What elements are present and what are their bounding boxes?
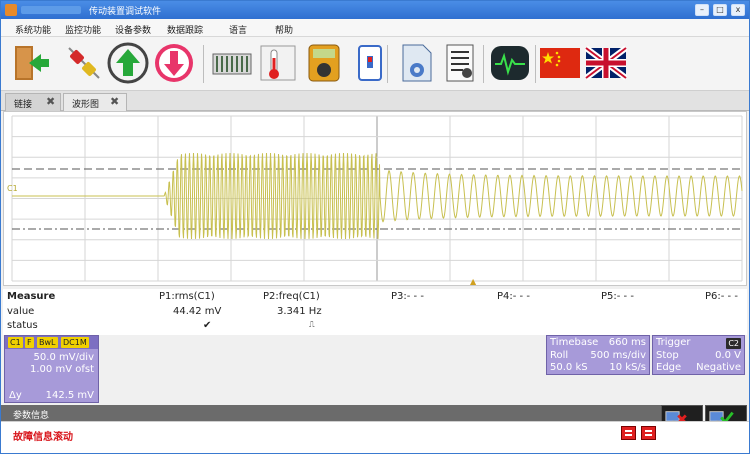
- timebase-title: Timebase: [550, 337, 599, 348]
- minimize-button[interactable]: –: [695, 4, 709, 16]
- english-flag-icon[interactable]: [585, 42, 627, 84]
- delta-y-value: 142.5 mV: [45, 390, 94, 401]
- menu-language[interactable]: 语言: [229, 23, 247, 36]
- measure-row-label: value: [7, 306, 35, 317]
- trigger-title: Trigger: [656, 337, 691, 348]
- toolbar-separator: [483, 45, 484, 83]
- upload-arrow-icon[interactable]: [107, 42, 149, 84]
- fault-log-button[interactable]: [621, 426, 636, 440]
- measure-param[interactable]: P3:- - -: [391, 291, 424, 302]
- sample-rate: 10 kS/s: [609, 362, 646, 373]
- settings-document-icon[interactable]: [395, 42, 437, 84]
- phone-device-icon[interactable]: [349, 42, 391, 84]
- measure-table: Measure value status P1:rms(C1) 44.42 mV…: [3, 289, 747, 335]
- menu-help[interactable]: 帮助: [275, 23, 293, 36]
- title-obscured-region: [21, 6, 81, 14]
- param-info-title: 参数信息: [13, 411, 50, 421]
- timebase-panel[interactable]: Timebase 660 ms Roll 500 ms/div 50.0 kS …: [546, 335, 650, 375]
- tab-waveform[interactable]: 波形图 ✖: [63, 93, 127, 111]
- measure-row-label: status: [7, 320, 38, 331]
- menu-data-trace[interactable]: 数据跟踪: [167, 23, 203, 36]
- status-bar: 故障信息滚动: [1, 421, 749, 453]
- filter-badge: F: [25, 337, 34, 348]
- app-window: 传动装置调试软件 – □ x 系统功能 监控功能 设备参数 数据跟踪 语言 帮助: [0, 0, 750, 454]
- toolbar-separator: [203, 45, 204, 83]
- measure-param[interactable]: P4:- - -: [497, 291, 530, 302]
- measure-param[interactable]: P5:- - -: [601, 291, 634, 302]
- measure-param[interactable]: P6:- - -: [705, 291, 738, 302]
- tab-bar: 链接 ✖ 波形图 ✖: [1, 91, 749, 111]
- trigger-source-badge: C2: [726, 338, 741, 349]
- timebase-duration: 660 ms: [608, 337, 646, 348]
- tab-label: 链接: [14, 100, 33, 110]
- trigger-position-marker[interactable]: ▲: [470, 277, 476, 286]
- trigger-type: Edge: [656, 362, 682, 373]
- waveform-plot: [11, 115, 743, 282]
- trigger-state: Stop: [656, 350, 679, 361]
- app-logo-icon: [5, 4, 17, 16]
- chinese-flag-icon[interactable]: [539, 42, 581, 84]
- measure-param[interactable]: P1:rms(C1): [159, 291, 215, 302]
- volts-per-div: 50.0 mV/div: [33, 352, 94, 363]
- tab-link[interactable]: 链接 ✖: [5, 93, 61, 111]
- channel-name: C1: [8, 337, 23, 348]
- measure-param[interactable]: P2:freq(C1): [263, 291, 320, 302]
- close-button[interactable]: x: [731, 4, 745, 16]
- channel-offset: 1.00 mV ofst: [30, 364, 94, 375]
- fault-clear-button[interactable]: [641, 426, 656, 440]
- menu-bar: 系统功能 监控功能 设备参数 数据跟踪 语言 帮助: [1, 19, 749, 37]
- toolbar-separator: [535, 45, 536, 83]
- config-sheet-icon[interactable]: [439, 42, 481, 84]
- parameter-bank-icon[interactable]: [211, 42, 253, 84]
- sample-count: 50.0 kS: [550, 362, 588, 373]
- coupling-badge: DC1M: [61, 337, 89, 348]
- delta-y-label: Δy: [9, 390, 22, 401]
- menu-monitor[interactable]: 监控功能: [65, 23, 101, 36]
- measure-value: 44.42 mV: [173, 306, 222, 317]
- trigger-slope: Negative: [696, 362, 741, 373]
- disconnect-plug-icon[interactable]: [63, 42, 105, 84]
- param-info-header[interactable]: 参数信息: [1, 405, 661, 421]
- download-arrow-icon[interactable]: [153, 42, 195, 84]
- oscilloscope-icon[interactable]: [489, 42, 531, 84]
- measure-value: 3.341 Hz: [277, 306, 322, 317]
- channel-c1-panel[interactable]: C1 F BwL DC1M 50.0 mV/div 1.00 mV ofst Δ…: [4, 335, 99, 403]
- thermometer-icon[interactable]: [257, 42, 299, 84]
- meter-gauge-icon[interactable]: [303, 42, 345, 84]
- measure-status: ⎍: [309, 320, 315, 329]
- timebase-mode: Roll: [550, 350, 569, 361]
- bandwidth-badge: BwL: [37, 337, 58, 348]
- trigger-level: 0.0 V: [715, 350, 741, 361]
- fault-message-ticker: 故障信息滚动: [13, 432, 73, 443]
- close-icon[interactable]: ✖: [46, 95, 55, 108]
- channel-marker: C1: [7, 184, 18, 193]
- measure-title: Measure: [7, 291, 56, 302]
- exit-door-icon[interactable]: [9, 42, 51, 84]
- toolbar: [1, 37, 749, 91]
- menu-system[interactable]: 系统功能: [15, 23, 51, 36]
- timebase-per-div: 500 ms/div: [590, 350, 646, 361]
- window-title: 传动装置调试软件: [89, 7, 162, 17]
- trigger-panel[interactable]: Trigger C2 Stop 0.0 V Edge Negative: [652, 335, 745, 375]
- title-bar: 传动装置调试软件 – □ x: [1, 1, 749, 19]
- measure-status: ✔: [203, 320, 212, 331]
- waveform-display[interactable]: C1 ▲: [3, 111, 747, 286]
- close-icon[interactable]: ✖: [110, 95, 119, 108]
- toolbar-separator: [387, 45, 388, 83]
- menu-device-params[interactable]: 设备参数: [115, 23, 151, 36]
- maximize-button[interactable]: □: [713, 4, 727, 16]
- tab-label: 波形图: [72, 100, 100, 110]
